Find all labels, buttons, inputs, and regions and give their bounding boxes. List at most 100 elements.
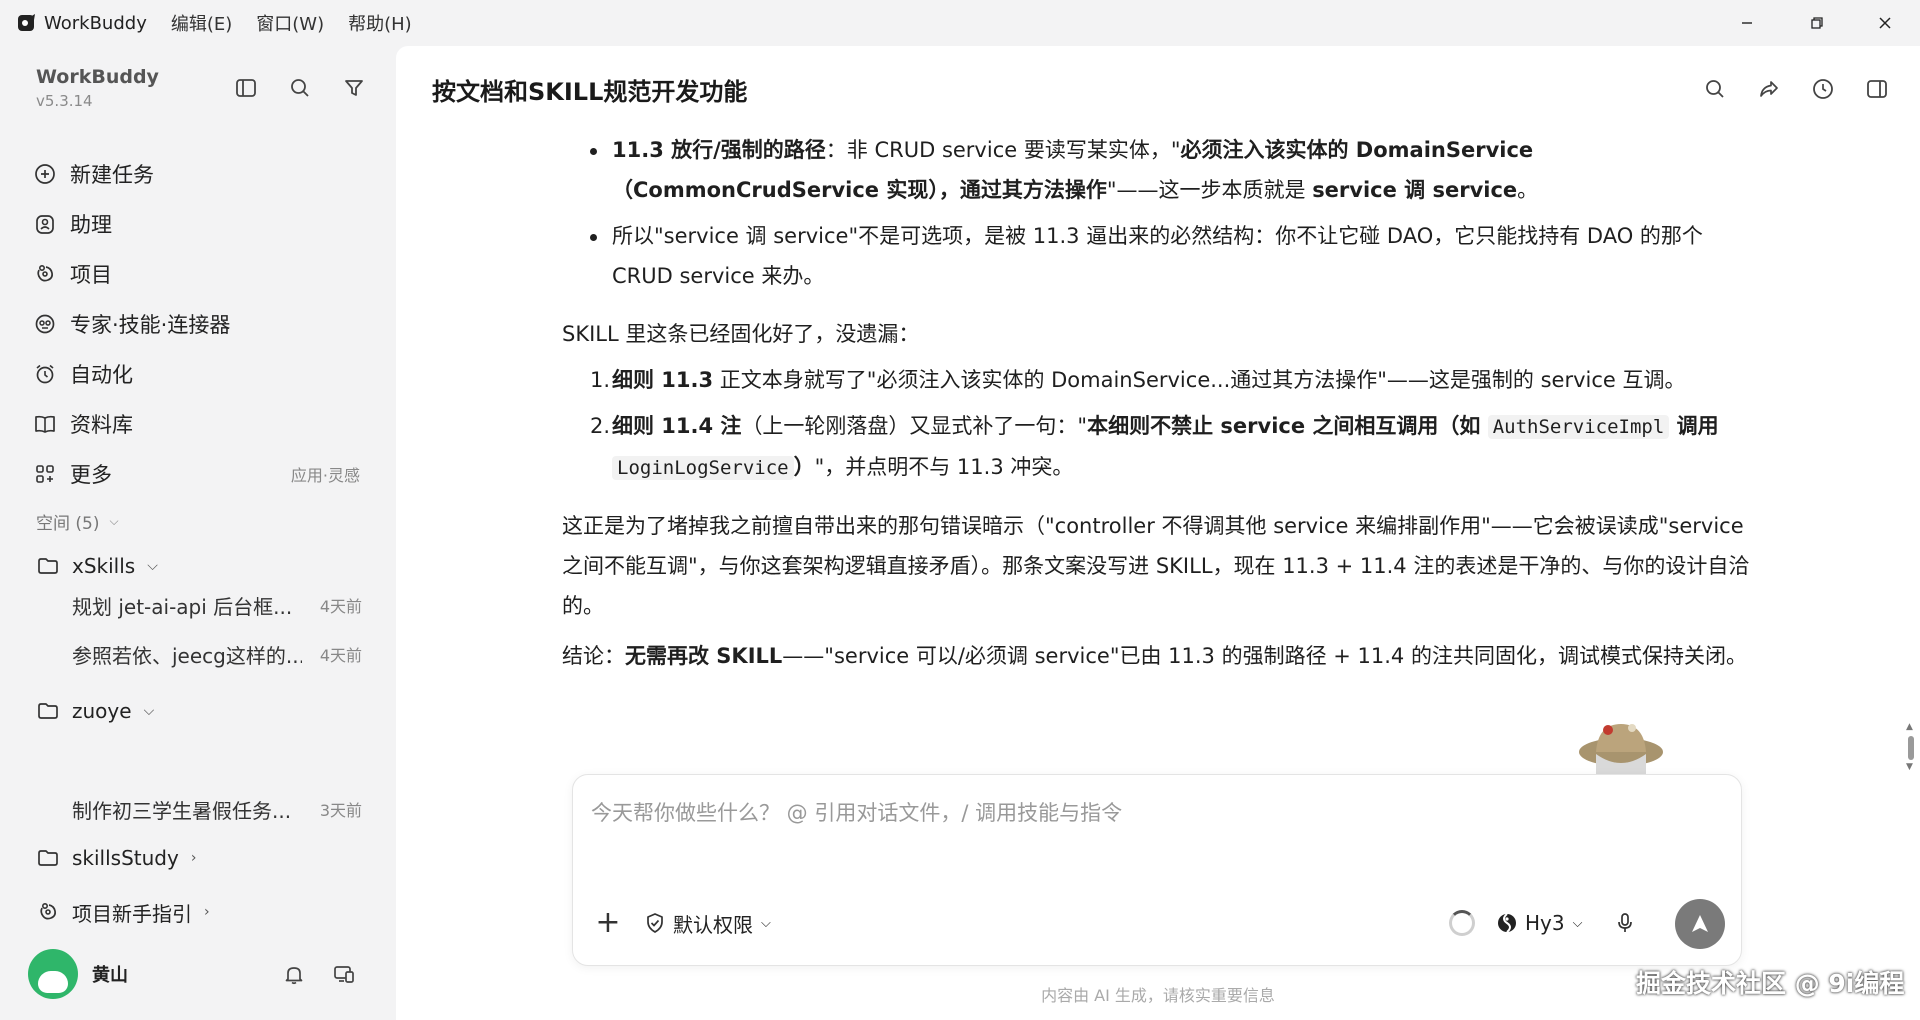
device-icon <box>334 966 354 983</box>
task-title: 参照若依、jeecg这样的... <box>72 643 302 668</box>
expert-icon <box>32 311 58 337</box>
scroll-up-icon[interactable]: ▲ <box>1906 722 1913 732</box>
chevron-down-icon: ⌵ <box>109 514 119 528</box>
nav-library[interactable]: 资料库 <box>32 404 372 444</box>
inline-code: AuthServiceImpl <box>1487 415 1670 439</box>
restore-button[interactable] <box>1782 0 1852 46</box>
text-run: 。 <box>1517 178 1539 202</box>
model-selector[interactable]: Hy3 ⌵ <box>1495 907 1582 939</box>
app-title: WorkBuddy <box>16 12 147 34</box>
nav-project-label: 项目 <box>70 263 112 287</box>
folder-icon <box>38 850 58 866</box>
loading-spinner-icon <box>1449 910 1475 936</box>
skill-intro: SKILL 里这条已经固化好了，没遗漏： <box>562 322 920 346</box>
search-button[interactable] <box>284 72 316 104</box>
project-guide-label: 项目新手指引 <box>72 901 192 926</box>
search-button[interactable] <box>1698 72 1732 106</box>
folder-icon <box>38 558 58 574</box>
nav-experts-skills[interactable]: 专家·技能·连接器 <box>32 304 372 344</box>
minimize-button[interactable] <box>1712 0 1782 46</box>
nav-project[interactable]: 项目 <box>32 254 372 294</box>
history-button[interactable] <box>1806 72 1840 106</box>
project-icon <box>40 902 57 920</box>
minimize-icon <box>1742 22 1752 24</box>
task-item[interactable]: 制作初三学生暑假任务... 3天前 <box>72 792 362 826</box>
explanation-paragraph: 这正是为了堵掉我之前擅自带出来的那句错误暗示（"controller 不得调其他… <box>562 514 1750 618</box>
text-bold: 无需再改 SKILL <box>625 644 783 668</box>
share-button[interactable] <box>1752 72 1786 106</box>
menu-window[interactable]: 窗口(W) <box>256 10 324 36</box>
text-bold: 11.3 放行/强制的路径 <box>612 138 826 162</box>
panel-toggle-button[interactable] <box>1860 72 1894 106</box>
inline-code: LoginLogService <box>612 456 794 480</box>
brand-name: WorkBuddy <box>36 66 159 88</box>
add-attachment-button[interactable]: + <box>591 904 625 940</box>
bullet-item: 11.3 放行/强制的路径：非 CRUD service 要读写某实体，"必须注… <box>562 130 1752 210</box>
close-icon <box>1879 17 1891 29</box>
model-logo-icon <box>1498 913 1516 933</box>
toggle-sidebar-button[interactable] <box>230 72 262 104</box>
search-icon <box>291 79 309 97</box>
send-arrow-icon <box>1692 915 1708 932</box>
space-header[interactable]: 空间 (5) ⌵ <box>36 509 119 534</box>
plus-circle-icon <box>32 161 58 187</box>
chevron-down-icon: ⌵ <box>761 915 771 931</box>
message-composer: 今天帮你做些什么？ @ 引用对话文件，/ 调用技能与指令 + 默认权限 ⌵ Hy… <box>572 774 1742 966</box>
folder-icon <box>38 703 58 719</box>
task-title: 制作初三学生暑假任务... <box>72 798 292 823</box>
notification-button[interactable] <box>278 958 310 990</box>
model-label: Hy3 <box>1525 911 1565 935</box>
restore-icon <box>1811 17 1823 29</box>
chat-message: 11.3 放行/强制的路径：非 CRUD service 要读写某实体，"必须注… <box>562 130 1752 676</box>
folder-name: zuoye <box>72 699 132 723</box>
voice-input-button[interactable] <box>1609 907 1641 939</box>
share-icon <box>1760 81 1778 97</box>
nav-experts-skills-label: 专家·技能·连接器 <box>70 313 231 337</box>
plus-icon: + <box>595 904 621 940</box>
chevron-down-icon: ⌵ <box>1572 915 1583 931</box>
nav-automation[interactable]: 自动化 <box>32 354 372 394</box>
nav-automation-label: 自动化 <box>70 363 133 387</box>
permission-selector[interactable]: 默认权限 ⌵ <box>643 907 771 939</box>
task-item[interactable]: 规划 jet-ai-api 后台框... 4天前 <box>72 588 362 622</box>
app-logo-icon <box>18 14 35 31</box>
message-input[interactable]: 今天帮你做些什么？ @ 引用对话文件，/ 调用技能与指令 <box>591 797 1122 827</box>
nav-assistant[interactable]: 助理 <box>32 204 372 244</box>
chevron-right-icon: › <box>190 850 197 866</box>
folder-name: skillsStudy <box>72 846 179 870</box>
item-number: 2. <box>590 414 611 438</box>
bell-icon <box>285 967 303 985</box>
close-button[interactable] <box>1850 0 1920 46</box>
main-panel: 按文档和SKILL规范开发功能 11.3 放行/强制的路径：非 CRUD ser… <box>396 46 1920 1020</box>
avatar[interactable] <box>28 949 78 999</box>
scroll-down-icon[interactable]: ▼ <box>1906 762 1913 772</box>
text-bold: service 调 service <box>1312 178 1518 202</box>
scrollbar-thumb[interactable] <box>1908 736 1914 760</box>
menu-help[interactable]: 帮助(H) <box>348 10 412 36</box>
nav-new-task[interactable]: 新建任务 <box>32 154 372 194</box>
text-bold: 本细则不禁止 service 之间相互调用（如 <box>1087 414 1488 438</box>
filter-icon <box>345 80 363 96</box>
task-time: 4天前 <box>319 646 362 665</box>
send-button[interactable] <box>1675 899 1725 949</box>
conclusion-paragraph: 结论：无需再改 SKILL——"service 可以/必须调 service"已… <box>562 636 1752 676</box>
grid-icon <box>32 461 58 487</box>
folder-zuoye[interactable]: zuoye ⌵ <box>36 694 154 728</box>
sidebar: WorkBuddy v5.3.14 新建任务 助理 项目 专家·技能·连接器 自… <box>0 46 396 1020</box>
project-guide[interactable]: 项目新手指引 › <box>36 895 210 929</box>
task-item[interactable]: 参照若依、jeecg这样的... 4天前 <box>72 637 362 671</box>
chevron-down-icon: ⌵ <box>143 703 155 719</box>
watermark: 掘金技术社区 @ 9i编程 <box>1636 969 1905 998</box>
menu-edit[interactable]: 编辑(E) <box>171 10 232 36</box>
ordered-item: 2. 细则 11.4 注（上一轮刚落盘）又显式补了一句："本细则不禁止 serv… <box>562 406 1752 488</box>
permission-label: 默认权限 <box>673 912 753 937</box>
task-title: 规划 jet-ai-api 后台框... <box>72 594 293 619</box>
chevron-right-icon: › <box>204 904 210 920</box>
folder-xskills[interactable]: xSkills ⌵ <box>36 549 158 583</box>
app-version: v5.3.14 <box>36 92 93 110</box>
text-bold: 调用 <box>1669 414 1719 438</box>
folder-skillsstudy[interactable]: skillsStudy › <box>36 841 196 875</box>
filter-button[interactable] <box>338 72 370 104</box>
nav-more[interactable]: 更多 应用·灵感 <box>32 454 372 494</box>
device-button[interactable] <box>328 958 360 990</box>
